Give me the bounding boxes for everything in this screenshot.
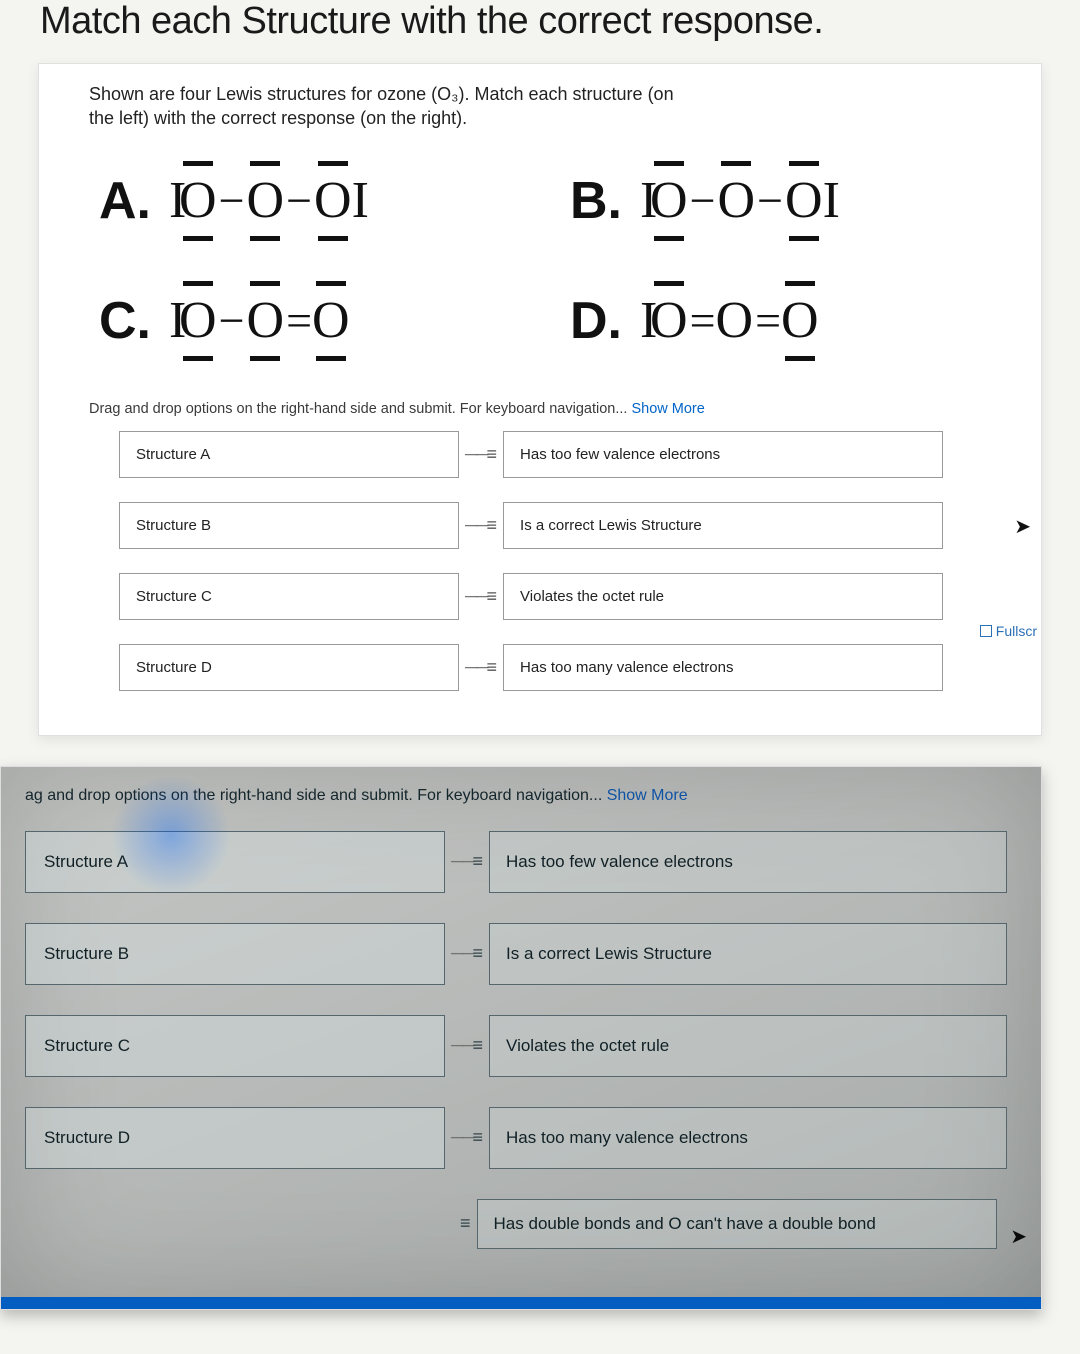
match-row: Structure D ── ≡ Has too many valence el… (25, 1107, 1017, 1169)
match-row: Structure B ── ≡ Is a correct Lewis Stru… (25, 923, 1017, 985)
match-target[interactable]: Is a correct Lewis Structure (503, 502, 943, 549)
match-source[interactable]: Structure A (119, 431, 459, 478)
oxygen-atom: O (179, 175, 217, 227)
match-connector: ── ≡ (445, 1015, 489, 1077)
drag-drop-instructions: ag and drop options on the right-hand si… (25, 787, 1017, 805)
match-connector: ── ≡ (445, 923, 489, 985)
structure-label-b: B. (570, 171, 622, 231)
lewis-structure-b: B. I O − O − O I (570, 171, 1001, 231)
match-source[interactable]: Structure B (25, 923, 445, 985)
lone-pair-right-icon: I (352, 171, 362, 230)
page-title: Match each Structure with the correct re… (0, 0, 1080, 53)
double-bond: = (284, 294, 312, 347)
oxygen-atom: O (650, 295, 688, 347)
match-source[interactable]: Structure C (25, 1015, 445, 1077)
oxygen-atom: O (247, 175, 285, 227)
structure-formula-a: I O − O − O I (169, 171, 362, 230)
fullscreen-icon (980, 625, 992, 637)
single-bond: − (688, 174, 718, 227)
match-target[interactable]: Violates the octet rule (503, 573, 943, 620)
match-target[interactable]: Has too many valence electrons (503, 644, 943, 691)
fullscreen-button[interactable]: Fullscr (980, 623, 1037, 639)
structure-formula-c: I O − O = O (169, 291, 350, 350)
oxygen-atom: O (650, 175, 688, 227)
oxygen-atom: O (312, 295, 350, 347)
match-rows: Structure A ── ≡ Has too few valence ele… (89, 431, 1011, 691)
match-row: Structure D ── ≡ Has too many valence el… (89, 644, 1011, 691)
cursor-icon: ➤ (1014, 514, 1031, 539)
cursor-icon: ➤ (1010, 1224, 1027, 1249)
progress-bar (1, 1297, 1041, 1309)
match-connector: ── ≡ (459, 502, 503, 549)
lone-pair-left-icon: I (640, 171, 650, 230)
match-target-unused[interactable]: Has double bonds and O can't have a doub… (477, 1199, 997, 1249)
oxygen-atom: O (716, 295, 754, 347)
structure-label-c: C. (99, 291, 151, 351)
match-row: Structure C ── ≡ Violates the octet rule (25, 1015, 1017, 1077)
match-source[interactable]: Structure A (25, 831, 445, 893)
lone-pair-left-icon: I (640, 291, 650, 350)
lewis-structures-grid: A. I O − O − O I B. I O − O − O I (99, 171, 1001, 351)
question-prompt: Shown are four Lewis structures for ozon… (89, 82, 689, 131)
match-connector: ── ≡ (459, 431, 503, 478)
match-source[interactable]: Structure C (119, 573, 459, 620)
structure-label-d: D. (570, 291, 622, 351)
instructions-text: ag and drop options on the right-hand si… (25, 787, 607, 804)
match-target[interactable]: Has too few valence electrons (489, 831, 1007, 893)
single-bond: − (217, 174, 247, 227)
single-bond: − (217, 294, 247, 347)
drag-drop-instructions: Drag and drop options on the right-hand … (89, 401, 1011, 417)
fullscreen-label: Fullscr (996, 623, 1037, 639)
lone-pair-left-icon: I (169, 291, 179, 350)
match-target[interactable]: Has too many valence electrons (489, 1107, 1007, 1169)
match-target[interactable]: Violates the octet rule (489, 1015, 1007, 1077)
match-row: Structure A ── ≡ Has too few valence ele… (89, 431, 1011, 478)
structure-formula-b: I O − O − O I (640, 171, 833, 230)
match-source[interactable]: Structure D (25, 1107, 445, 1169)
lewis-structure-d: D. I O = O = O (570, 291, 1001, 351)
lone-pair-right-icon: I (823, 171, 833, 230)
oxygen-atom: O (247, 295, 285, 347)
lewis-structure-c: C. I O − O = O (99, 291, 530, 351)
show-more-link[interactable]: Show More (607, 787, 688, 804)
match-source[interactable]: Structure B (119, 502, 459, 549)
question-card-photo: ag and drop options on the right-hand si… (0, 766, 1042, 1310)
show-more-link[interactable]: Show More (631, 401, 704, 417)
structure-label-a: A. (99, 171, 151, 231)
single-bond: − (284, 174, 314, 227)
match-row: Structure C ── ≡ Violates the octet rule (89, 573, 1011, 620)
double-bond: = (688, 294, 716, 347)
question-card: Shown are four Lewis structures for ozon… (38, 63, 1042, 736)
match-connector: ≡ (445, 1199, 477, 1249)
match-row-extra: ≡ Has double bonds and O can't have a do… (25, 1199, 1017, 1249)
oxygen-atom: O (314, 175, 352, 227)
match-rows: Structure A ── ≡ Has too few valence ele… (25, 831, 1017, 1249)
match-source-empty (25, 1199, 445, 1249)
oxygen-atom: O (718, 175, 756, 227)
oxygen-atom: O (781, 295, 819, 347)
oxygen-atom: O (785, 175, 823, 227)
oxygen-atom: O (179, 295, 217, 347)
match-connector: ── ≡ (445, 831, 489, 893)
double-bond: = (753, 294, 781, 347)
match-connector: ── ≡ (459, 644, 503, 691)
match-row: Structure B ── ≡ Is a correct Lewis Stru… (89, 502, 1011, 549)
match-target[interactable]: Is a correct Lewis Structure (489, 923, 1007, 985)
match-connector: ── ≡ (459, 573, 503, 620)
lewis-structure-a: A. I O − O − O I (99, 171, 530, 231)
instructions-text: Drag and drop options on the right-hand … (89, 401, 631, 417)
structure-formula-d: I O = O = O (640, 291, 819, 350)
match-target[interactable]: Has too few valence electrons (503, 431, 943, 478)
match-source[interactable]: Structure D (119, 644, 459, 691)
match-row: Structure A ── ≡ Has too few valence ele… (25, 831, 1017, 893)
match-connector: ── ≡ (445, 1107, 489, 1169)
lone-pair-left-icon: I (169, 171, 179, 230)
single-bond: − (755, 174, 785, 227)
